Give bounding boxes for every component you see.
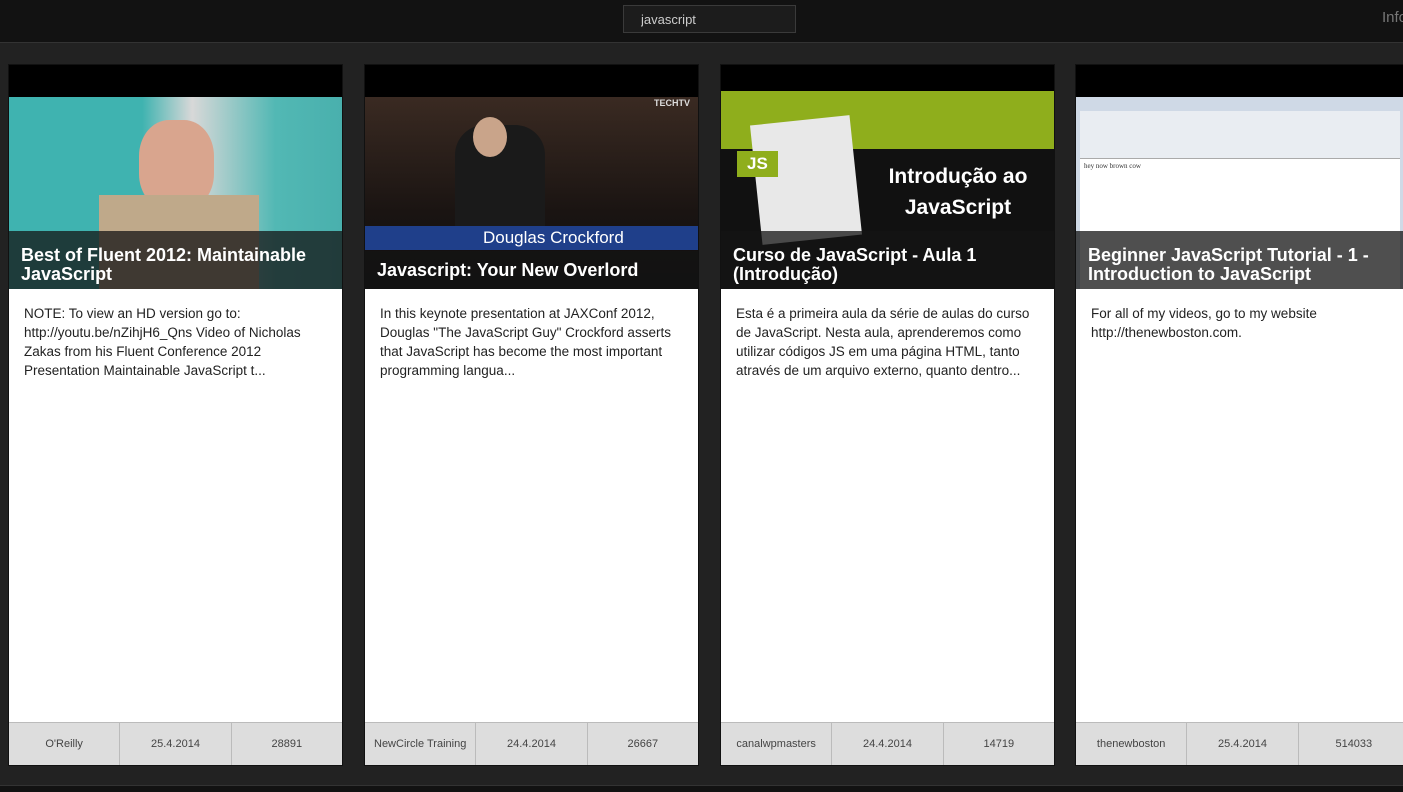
video-meta: NewCircle Training 24.4.2014 26667 <box>365 722 698 765</box>
channel-name: O'Reilly <box>9 723 121 765</box>
video-title[interactable]: Best of Fluent 2012: Maintainable JavaSc… <box>9 231 342 289</box>
view-count: 28891 <box>271 738 303 750</box>
video-title[interactable]: Beginner JavaScript Tutorial - 1 - Intro… <box>1076 231 1403 289</box>
upload-date: 24.4.2014 <box>832 723 944 765</box>
thumbnail-caption: hey now brown cow <box>1084 162 1141 170</box>
video-description: NOTE: To view an HD version go to: http:… <box>24 306 301 378</box>
channel-name: NewCircle Training <box>365 723 477 765</box>
view-count: 514033 <box>1335 738 1373 750</box>
video-meta: O'Reilly 25.4.2014 28891 <box>9 722 342 765</box>
techtv-logo: TECHTV <box>654 98 690 108</box>
upload-date: 25.4.2014 <box>120 723 232 765</box>
info-link[interactable]: Info <box>1382 9 1403 26</box>
channel-name: thenewboston <box>1076 723 1188 765</box>
video-card[interactable]: hey now brown cow Beginner JavaScript Tu… <box>1075 64 1403 766</box>
video-card[interactable]: JS Introdução ao JavaScript Curso de Jav… <box>720 64 1055 766</box>
thumbnail-caption: Douglas Crockford <box>365 226 698 250</box>
video-title[interactable]: Curso de JavaScript - Aula 1 (Introdução… <box>721 231 1054 289</box>
thumbnail-caption: Introdução ao JavaScript <box>888 165 1028 219</box>
video-description: In this keynote presentation at JAXConf … <box>380 306 671 378</box>
video-card[interactable]: Best of Fluent 2012: Maintainable JavaSc… <box>8 64 343 766</box>
video-title[interactable]: Javascript: Your New Overlord <box>365 251 698 289</box>
video-meta: thenewboston 25.4.2014 514033 <box>1076 722 1403 765</box>
video-meta: canalwpmasters 24.4.2014 14719 <box>721 722 1054 765</box>
video-description: Esta é a primeira aula da série de aulas… <box>736 306 1030 378</box>
view-count: 26667 <box>627 738 659 750</box>
upload-date: 24.4.2014 <box>476 723 588 765</box>
upload-date: 25.4.2014 <box>1187 723 1299 765</box>
js-badge: JS <box>737 151 778 177</box>
top-bar: Info <box>0 0 1403 43</box>
video-card[interactable]: Douglas Crockford TECHTV Javascript: You… <box>364 64 699 766</box>
search-input[interactable] <box>623 5 796 33</box>
channel-name: canalwpmasters <box>721 723 833 765</box>
video-description: For all of my videos, go to my website h… <box>1091 306 1317 340</box>
bottom-bar <box>0 785 1403 792</box>
view-count: 14719 <box>983 738 1015 750</box>
